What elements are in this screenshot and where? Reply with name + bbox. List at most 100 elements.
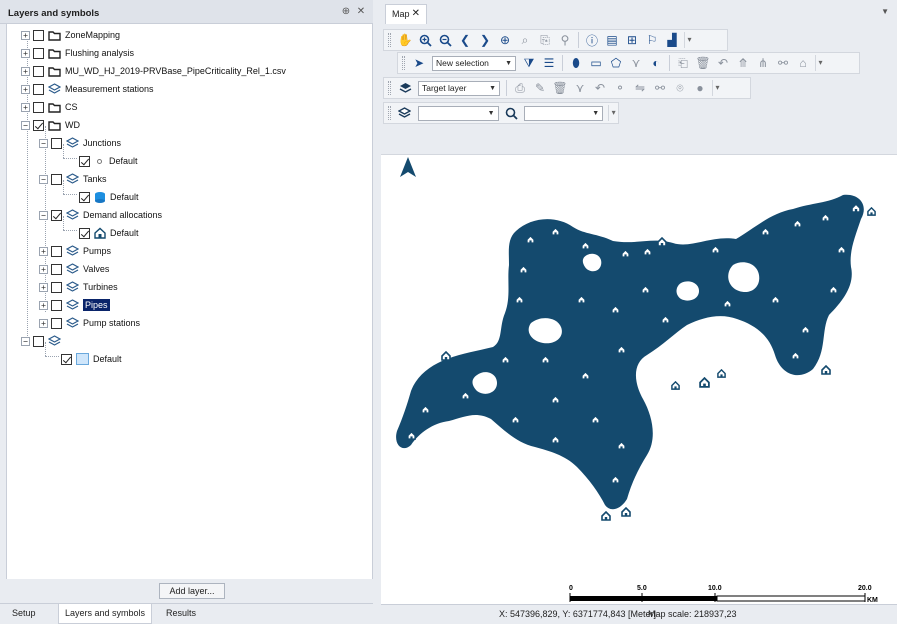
layer-checkbox[interactable] — [51, 245, 62, 257]
filter-select-icon[interactable]: ⧩ — [521, 55, 537, 71]
select-rectangle-icon[interactable]: ▭ — [588, 55, 604, 71]
search-icon[interactable] — [504, 105, 520, 121]
join-icon[interactable]: ⚯ — [652, 80, 668, 96]
tree-item-pumps[interactable]: + Pumps — [39, 243, 111, 259]
layer-checkbox[interactable] — [33, 83, 44, 95]
tree-item-tanks[interactable]: − Tanks — [39, 171, 107, 187]
layer-checkbox[interactable] — [51, 209, 62, 221]
zoom-in-icon[interactable] — [417, 32, 433, 48]
invert-selection-icon[interactable]: ◐ — [648, 55, 664, 71]
undo-selection-icon[interactable]: ↶ — [715, 55, 731, 71]
node-chain-icon[interactable]: ⚬ — [612, 80, 628, 96]
list-icon[interactable]: ☰ — [541, 55, 557, 71]
expand-icon[interactable]: + — [39, 318, 48, 328]
tree-item-turbines[interactable]: + Turbines — [39, 279, 118, 295]
symbol-checkbox[interactable] — [79, 155, 90, 167]
expand-icon[interactable]: + — [39, 264, 48, 274]
symbol-checkbox[interactable] — [79, 191, 90, 203]
trace-network-icon[interactable]: ⋔ — [755, 55, 771, 71]
new-feature-icon[interactable]: ⎙ — [512, 80, 528, 96]
isolate-icon[interactable]: ⌂ — [795, 55, 811, 71]
tree-item-flushing-analysis[interactable]: + Flushing analysis — [21, 45, 134, 61]
layer-checkbox[interactable] — [33, 65, 44, 77]
collapse-icon[interactable]: − — [21, 120, 30, 130]
flag-icon[interactable]: ⚐ — [644, 32, 660, 48]
select-arrow-icon[interactable]: ➤ — [411, 55, 427, 71]
tree-item-pipes[interactable]: + Pipes — [39, 297, 110, 313]
split-icon[interactable]: ⇋ — [632, 80, 648, 96]
tree-item-valves[interactable]: + Valves — [39, 261, 109, 277]
zoom-out-icon[interactable] — [437, 32, 453, 48]
tree-item-tanks-default[interactable]: Default — [79, 189, 139, 205]
search-dropdown[interactable]: ▼ — [524, 105, 604, 121]
vertex-icon[interactable]: ● — [692, 80, 708, 96]
layer-checkbox[interactable] — [33, 335, 44, 347]
collapse-icon[interactable]: − — [39, 174, 48, 184]
tab-layers-and-symbols[interactable]: Layers and symbols — [58, 604, 153, 624]
tree-item-cs[interactable]: + CS — [21, 99, 78, 115]
select-point-icon[interactable]: ⬮ — [568, 55, 584, 71]
expand-icon[interactable]: + — [39, 246, 48, 256]
expand-icon[interactable]: + — [21, 102, 30, 112]
chart-icon[interactable]: ▟ — [664, 32, 680, 48]
symbol-checkbox[interactable] — [79, 227, 90, 239]
crosshair-icon[interactable]: ⊞ — [624, 32, 640, 48]
layer-checkbox[interactable] — [33, 119, 44, 131]
layer-checkbox[interactable] — [51, 299, 62, 311]
branch-icon[interactable]: ⋎ — [572, 80, 588, 96]
close-icon[interactable]: ✕ — [355, 6, 367, 18]
layer-checkbox[interactable] — [51, 317, 62, 329]
tree-item-demand-default[interactable]: Default — [79, 225, 139, 241]
zoom-layer-icon[interactable]: ⚲ — [557, 32, 573, 48]
tree-item-junctions-default[interactable]: Default — [79, 153, 138, 169]
expand-icon[interactable]: + — [21, 48, 30, 58]
tab-map[interactable]: Map ✕ — [385, 4, 427, 24]
layer-checkbox[interactable] — [51, 137, 62, 149]
table-icon[interactable]: ▤ — [604, 32, 620, 48]
close-tab-icon[interactable]: ✕ — [412, 5, 420, 23]
layer-dropdown[interactable]: ▼ — [417, 105, 499, 121]
tree-item-junctions[interactable]: − Junctions — [39, 135, 121, 151]
info-icon[interactable]: ⓘ — [584, 32, 600, 48]
tree-item-unnamed-default[interactable]: Default — [61, 351, 122, 367]
select-polyline-icon[interactable]: ⋎ — [628, 55, 644, 71]
globe-icon[interactable]: ⊕ — [497, 32, 513, 48]
tab-setup[interactable]: Setup — [6, 604, 42, 624]
tree-item-unnamed[interactable]: − — [21, 333, 65, 349]
tree-item-demand-allocations[interactable]: − Demand allocations — [39, 207, 162, 223]
layer-checkbox[interactable] — [51, 263, 62, 275]
connect-icon[interactable]: ⚯ — [775, 55, 791, 71]
trace-upstream-icon[interactable]: ⤊ — [735, 55, 751, 71]
selection-mode-dropdown[interactable]: New selection ▼ — [432, 55, 516, 71]
symbol-checkbox[interactable] — [61, 353, 72, 365]
back-icon[interactable]: ❮ — [457, 32, 473, 48]
tree-item-wd[interactable]: − WD — [21, 117, 80, 133]
expand-icon[interactable]: + — [39, 300, 48, 310]
collapse-icon[interactable]: − — [39, 210, 48, 220]
collapse-icon[interactable]: − — [21, 336, 30, 346]
expand-icon[interactable]: + — [21, 66, 30, 76]
toolbar-overflow-icon[interactable]: ▾ — [712, 80, 722, 96]
forward-icon[interactable]: ❯ — [477, 32, 493, 48]
map-canvas[interactable]: 0 5.0 10.0 20.0 KM — [381, 154, 897, 604]
layer-checkbox[interactable] — [51, 281, 62, 293]
delete-selection-icon[interactable]: 🗑 — [695, 55, 711, 71]
layers-icon[interactable] — [397, 105, 413, 121]
layers-icon[interactable] — [397, 80, 413, 96]
tree-item-zonemapping[interactable]: + ZoneMapping — [21, 27, 120, 43]
copy-selection-icon[interactable]: ⎗ — [675, 55, 691, 71]
tree-item-csv[interactable]: + MU_WD_HJ_2019-PRVBase_PipeCriticality_… — [21, 63, 286, 79]
tree-item-measurement-stations[interactable]: + Measurement stations — [21, 81, 154, 97]
edit-pencil-icon[interactable]: ✎ — [532, 80, 548, 96]
pan-hand-icon[interactable]: ✋ — [397, 32, 413, 48]
undo-icon[interactable]: ↶ — [592, 80, 608, 96]
layer-checkbox[interactable] — [33, 29, 44, 41]
tab-results[interactable]: Results — [160, 604, 202, 624]
layer-checkbox[interactable] — [51, 173, 62, 185]
toolbar-overflow-icon[interactable]: ▾ — [815, 55, 825, 71]
expand-icon[interactable]: + — [21, 30, 30, 40]
delete-icon[interactable]: 🗑 — [552, 80, 568, 96]
toolbar-overflow-icon[interactable]: ▾ — [608, 105, 618, 121]
pin-icon[interactable]: ⊕ — [340, 6, 352, 18]
target-layer-dropdown[interactable]: Target layer ▼ — [418, 80, 500, 96]
